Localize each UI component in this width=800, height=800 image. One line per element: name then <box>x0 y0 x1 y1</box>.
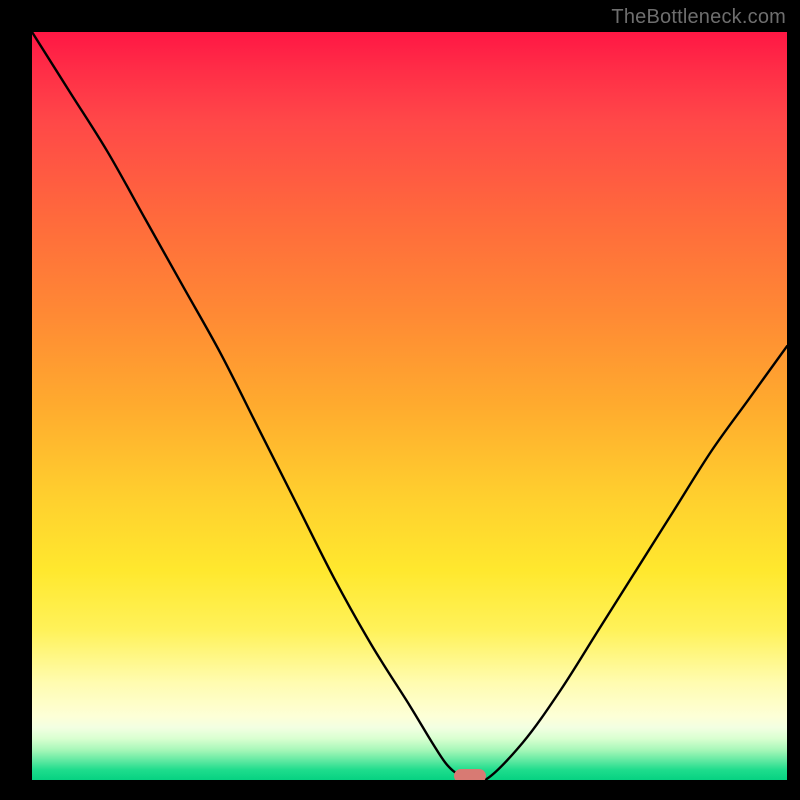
chart-frame: TheBottleneck.com <box>0 0 800 800</box>
watermark-text: TheBottleneck.com <box>611 6 786 29</box>
optimal-marker <box>454 769 486 780</box>
bottleneck-curve <box>32 32 787 780</box>
plot-area <box>32 32 787 780</box>
